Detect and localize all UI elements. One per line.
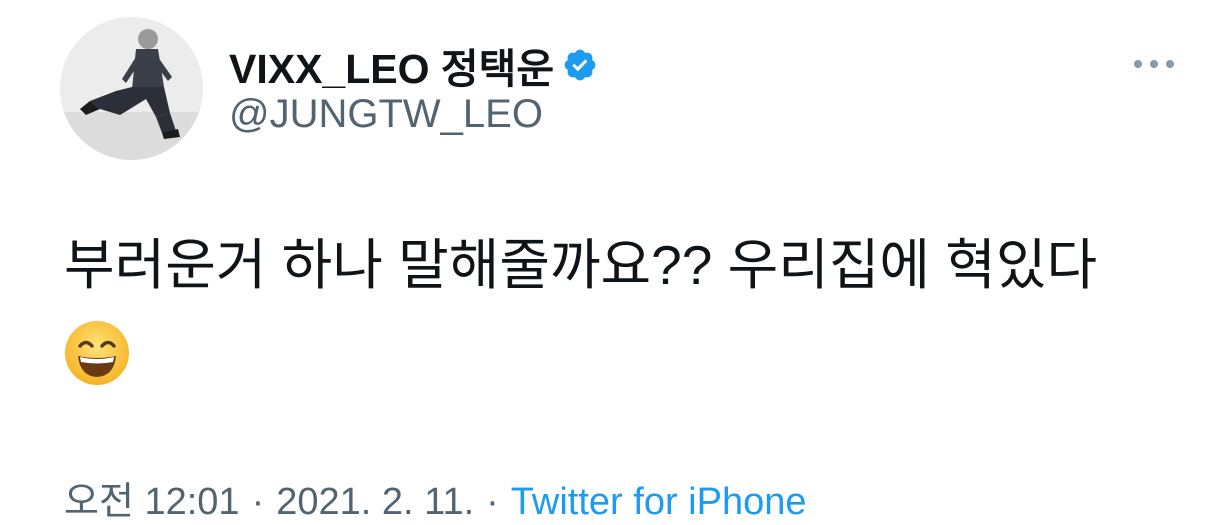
- meta-separator: ·: [486, 481, 499, 523]
- user-display-name-row[interactable]: VIXX_LEO 정택운: [229, 40, 598, 92]
- avatar-photo: [60, 17, 203, 160]
- verified-badge-icon: [564, 49, 596, 81]
- more-horizontal-icon[interactable]: [1130, 50, 1178, 78]
- tweet-source-link[interactable]: Twitter for iPhone: [511, 481, 807, 523]
- avatar[interactable]: [60, 17, 203, 160]
- display-name[interactable]: VIXX_LEO 정택운: [229, 35, 554, 95]
- meta-separator: ·: [251, 481, 265, 523]
- tweet-meta: 오전 12:01 · 2021. 2. 11. · Twitter for iPhone: [64, 470, 806, 525]
- user-handle[interactable]: @JUNGTW_LEO: [229, 92, 543, 137]
- tweet-time[interactable]: 오전 12:01: [64, 481, 240, 523]
- tweet-date[interactable]: 2021. 2. 11.: [276, 481, 474, 523]
- grinning-face-with-smiling-eyes-icon: [65, 321, 129, 385]
- tweet-text: 부러운거 하나 말해줄까요?? 우리집에 혁있다: [64, 234, 1098, 296]
